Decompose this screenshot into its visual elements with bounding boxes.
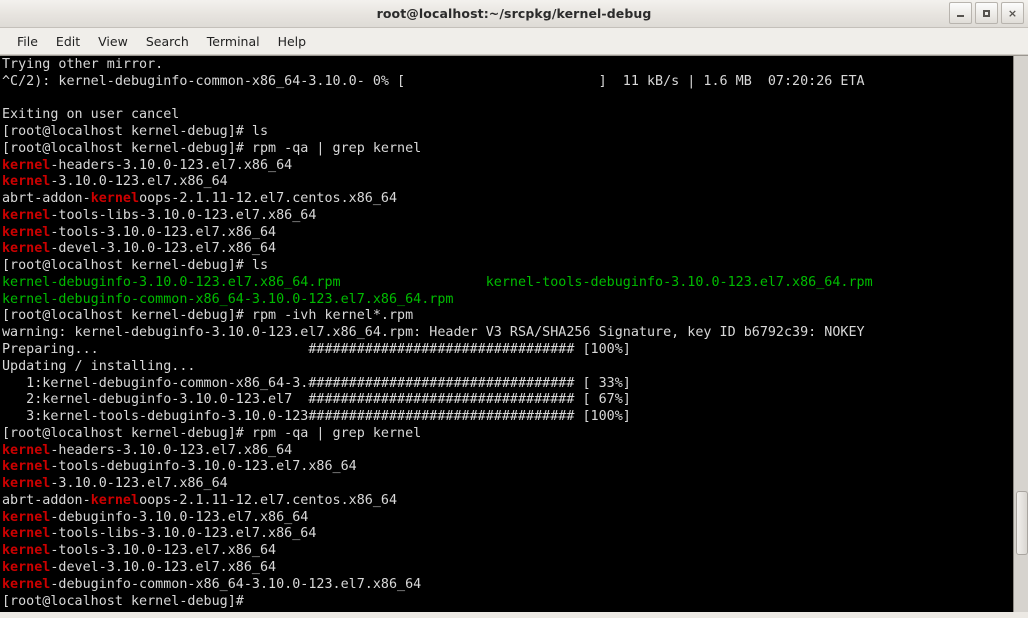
- terminal-line: ^C/2): kernel-debuginfo-common-x86_64-3.…: [2, 73, 865, 89]
- grep-match: kernel: [2, 576, 51, 592]
- maximize-icon: [983, 9, 990, 17]
- terminal-line: kernel-3.10.0-123.el7.x86_64: [2, 174, 228, 190]
- terminal-line: [root@localhost kernel-debug]# ls: [2, 258, 269, 274]
- window-titlebar[interactable]: root@localhost:~/srcpkg/kernel-debug ×: [0, 0, 1028, 28]
- terminal-line: kernel-headers-3.10.0-123.el7.x86_64: [2, 157, 293, 173]
- menu-item-help[interactable]: Help: [269, 32, 316, 51]
- window-controls: ×: [949, 2, 1024, 24]
- terminal-line: [root@localhost kernel-debug]# rpm -qa |…: [2, 140, 422, 156]
- terminal-line: kernel-headers-3.10.0-123.el7.x86_64: [2, 442, 293, 458]
- terminal-line: kernel-debuginfo-common-x86_64-3.10.0-12…: [2, 292, 1013, 309]
- menu-item-edit[interactable]: Edit: [47, 32, 89, 51]
- grep-match: kernel: [2, 476, 51, 492]
- menu-item-view[interactable]: View: [89, 32, 137, 51]
- terminal-file-name: kernel-debuginfo-common-x86_64-3.10.0-12…: [2, 291, 454, 307]
- grep-match: kernel: [2, 543, 51, 559]
- terminal-line: kernel-tools-3.10.0-123.el7.x86_64: [2, 224, 277, 240]
- terminal-line: [root@localhost kernel-debug]#: [2, 593, 252, 609]
- terminal-line: kernel-debuginfo-3.10.0-123.el7.x86_64.r…: [2, 275, 1013, 292]
- terminal-line: kernel-tools-3.10.0-123.el7.x86_64: [2, 543, 277, 559]
- menu-bar: File Edit View Search Terminal Help: [0, 28, 1028, 55]
- minimize-button[interactable]: [949, 2, 972, 24]
- window-bottom-edge: [0, 612, 1028, 618]
- menu-item-file[interactable]: File: [8, 32, 47, 51]
- terminal-line: 1:kernel-debuginfo-common-x86_64-3.#####…: [2, 375, 631, 391]
- terminal-line: 3:kernel-tools-debuginfo-3.10.0-123#####…: [2, 409, 631, 425]
- terminal-line: Preparing... ###########################…: [2, 342, 631, 358]
- terminal-line: warning: kernel-debuginfo-3.10.0-123.el7…: [2, 325, 865, 341]
- terminal-line: kernel-3.10.0-123.el7.x86_64: [2, 476, 228, 492]
- terminal-line: [root@localhost kernel-debug]# ls: [2, 124, 269, 140]
- grep-match: kernel: [2, 207, 51, 223]
- window-title: root@localhost:~/srcpkg/kernel-debug: [376, 6, 652, 21]
- terminal-line: 2:kernel-debuginfo-3.10.0-123.el7 ######…: [2, 392, 631, 408]
- terminal-window: root@localhost:~/srcpkg/kernel-debug × F…: [0, 0, 1028, 618]
- terminal-area: Trying other mirror. ^C/2): kernel-debugi…: [0, 55, 1028, 612]
- terminal-line: kernel-devel-3.10.0-123.el7.x86_64: [2, 559, 277, 575]
- terminal-line: Trying other mirror.: [2, 57, 164, 72]
- terminal-line: abrt-addon-kerneloops-2.1.11-12.el7.cent…: [2, 191, 398, 207]
- terminal-file-name: kernel-debuginfo-3.10.0-123.el7.x86_64.r…: [2, 274, 873, 290]
- maximize-button[interactable]: [975, 2, 998, 24]
- grep-match: kernel: [2, 442, 51, 458]
- grep-match: kernel: [90, 191, 140, 207]
- terminal-line: abrt-addon-kerneloops-2.1.11-12.el7.cent…: [2, 492, 398, 508]
- terminal-line: kernel-debuginfo-common-x86_64-3.10.0-12…: [2, 576, 422, 592]
- minimize-icon: [957, 14, 964, 17]
- grep-match: kernel: [2, 526, 51, 542]
- grep-match: kernel: [2, 241, 51, 257]
- terminal-line: [root@localhost kernel-debug]# rpm -qa |…: [2, 425, 422, 441]
- terminal-scrollbar[interactable]: [1013, 56, 1028, 612]
- terminal-line: kernel-debuginfo-3.10.0-123.el7.x86_64: [2, 509, 309, 525]
- grep-match: kernel: [2, 509, 51, 525]
- terminal-output[interactable]: Trying other mirror. ^C/2): kernel-debugi…: [0, 56, 1013, 612]
- grep-match: kernel: [90, 492, 140, 508]
- grep-match: kernel: [2, 224, 51, 240]
- close-icon: ×: [1007, 6, 1018, 20]
- terminal-line: kernel-tools-debuginfo-3.10.0-123.el7.x8…: [2, 459, 357, 475]
- menu-item-terminal[interactable]: Terminal: [198, 32, 269, 51]
- terminal-line: Updating / installing...: [2, 358, 196, 374]
- close-button[interactable]: ×: [1001, 2, 1024, 24]
- scrollbar-thumb[interactable]: [1016, 491, 1028, 555]
- terminal-line: Exiting on user cancel: [2, 107, 180, 123]
- grep-match: kernel: [2, 174, 51, 190]
- terminal-line: kernel-tools-libs-3.10.0-123.el7.x86_64: [2, 526, 317, 542]
- terminal-line: kernel-tools-libs-3.10.0-123.el7.x86_64: [2, 207, 317, 223]
- menu-item-search[interactable]: Search: [137, 32, 198, 51]
- grep-match: kernel: [2, 459, 51, 475]
- terminal-line: [root@localhost kernel-debug]# rpm -ivh …: [2, 308, 414, 324]
- grep-match: kernel: [2, 559, 51, 575]
- terminal-line: kernel-devel-3.10.0-123.el7.x86_64: [2, 241, 277, 257]
- grep-match: kernel: [2, 157, 51, 173]
